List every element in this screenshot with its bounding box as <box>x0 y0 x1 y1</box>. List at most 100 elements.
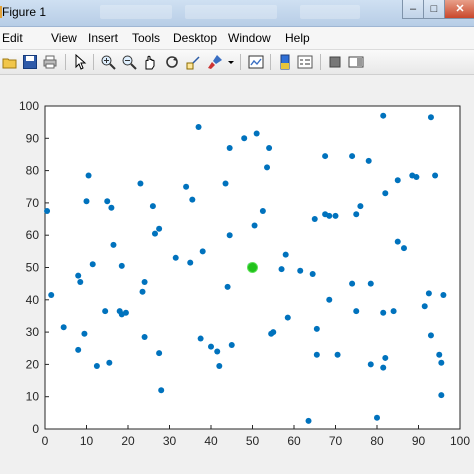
x-tick-label: 0 <box>42 434 49 448</box>
data-point <box>141 279 148 286</box>
toolbar-separator <box>320 54 321 70</box>
data-point <box>197 335 204 342</box>
colorbar-icon[interactable] <box>277 54 293 70</box>
data-point <box>222 180 229 187</box>
data-point <box>413 174 420 181</box>
window-title: Figure 1 <box>2 5 47 19</box>
data-point <box>382 354 389 361</box>
data-point <box>326 296 333 303</box>
menu-insert[interactable]: Insert <box>88 31 118 45</box>
brush-icon[interactable] <box>207 54 223 70</box>
data-point <box>282 251 289 258</box>
data-point <box>253 130 260 137</box>
data-point <box>83 198 90 205</box>
figure-canvas: 0 10 20 30 40 50 60 70 80 90 100 0 10 20 30 40 50 60 70 80 9… <box>0 75 474 474</box>
menu-tools[interactable]: Tools <box>132 31 160 45</box>
data-point <box>313 351 320 358</box>
data-point <box>108 204 115 211</box>
data-point <box>270 329 277 336</box>
data-point <box>322 153 329 160</box>
link-icon[interactable] <box>248 54 264 70</box>
data-point <box>425 290 432 297</box>
data-point <box>187 259 194 266</box>
menu-edit[interactable]: Edit <box>2 31 23 45</box>
data-point <box>309 270 316 277</box>
show-plot-tools-icon[interactable] <box>348 54 364 70</box>
x-tick-label: 90 <box>412 434 426 448</box>
chevron-down-icon[interactable] <box>226 54 236 70</box>
data-point <box>156 350 163 357</box>
data-point <box>332 212 339 219</box>
data-point <box>89 261 96 268</box>
menu-help[interactable]: Help <box>285 31 310 45</box>
data-point <box>241 135 248 142</box>
data-point <box>208 343 214 350</box>
data-point <box>137 180 144 187</box>
y-tick-label: 20 <box>26 357 40 371</box>
open-icon[interactable] <box>2 54 18 70</box>
menu-desktop[interactable]: Desktop <box>173 31 217 45</box>
data-point <box>326 212 333 219</box>
data-point <box>284 314 291 321</box>
menu-window[interactable]: Window <box>228 31 271 45</box>
data-point <box>75 272 82 279</box>
toolbar-separator <box>65 54 66 70</box>
data-point <box>400 245 407 252</box>
zoom-in-icon[interactable] <box>100 54 116 70</box>
y-tick-label: 30 <box>26 325 40 339</box>
x-tick-label: 60 <box>287 434 301 448</box>
data-point <box>380 309 387 316</box>
data-point <box>427 114 434 121</box>
data-point <box>259 207 266 214</box>
y-tick-label: 90 <box>26 131 40 145</box>
data-point <box>313 325 320 332</box>
background-window-tab <box>300 5 360 19</box>
minimize-button[interactable]: – <box>402 0 424 19</box>
pointer-icon[interactable] <box>72 54 88 70</box>
data-point <box>394 177 401 184</box>
data-point <box>432 172 439 179</box>
close-button[interactable]: ✕ <box>444 0 474 19</box>
hide-plot-tools-icon[interactable] <box>327 54 343 70</box>
data-cursor-icon[interactable] <box>186 54 202 70</box>
data-point <box>390 308 397 315</box>
data-point <box>251 222 258 229</box>
data-point <box>93 363 100 370</box>
data-point <box>106 359 113 366</box>
y-tick-label: 10 <box>26 390 40 404</box>
figure-toolbar <box>0 50 474 75</box>
save-icon[interactable] <box>22 54 38 70</box>
menu-view[interactable]: View <box>51 31 77 45</box>
x-tick-label: 100 <box>450 434 470 448</box>
zoom-out-icon[interactable] <box>121 54 137 70</box>
data-point <box>382 190 389 197</box>
data-point <box>334 351 341 358</box>
data-point <box>440 291 447 298</box>
data-point <box>421 303 428 310</box>
data-point <box>278 266 285 273</box>
maximize-button[interactable]: □ <box>423 0 445 19</box>
data-point <box>228 342 235 349</box>
x-tick-label: 50 <box>246 434 260 448</box>
print-icon[interactable] <box>42 54 58 70</box>
rotate-icon[interactable] <box>164 54 180 70</box>
data-point <box>216 363 223 370</box>
data-point <box>305 417 312 424</box>
pan-icon[interactable] <box>142 54 158 70</box>
data-point <box>77 279 84 286</box>
highlighted-point <box>247 262 258 273</box>
data-point <box>158 387 165 394</box>
scatter-plot[interactable]: 0 10 20 30 40 50 60 70 80 90 100 0 10 20 30 40 50 60 70 80 9… <box>0 75 474 474</box>
data-point <box>353 308 360 315</box>
legend-icon[interactable] <box>297 54 313 70</box>
data-point <box>374 414 380 421</box>
x-tick-label: 80 <box>370 434 384 448</box>
data-point <box>438 359 445 366</box>
data-point <box>189 196 196 203</box>
data-point <box>48 291 55 298</box>
toolbar-separator <box>240 54 241 70</box>
data-point <box>195 123 202 130</box>
data-point <box>353 211 360 218</box>
data-point <box>365 157 372 164</box>
data-point <box>151 230 158 237</box>
